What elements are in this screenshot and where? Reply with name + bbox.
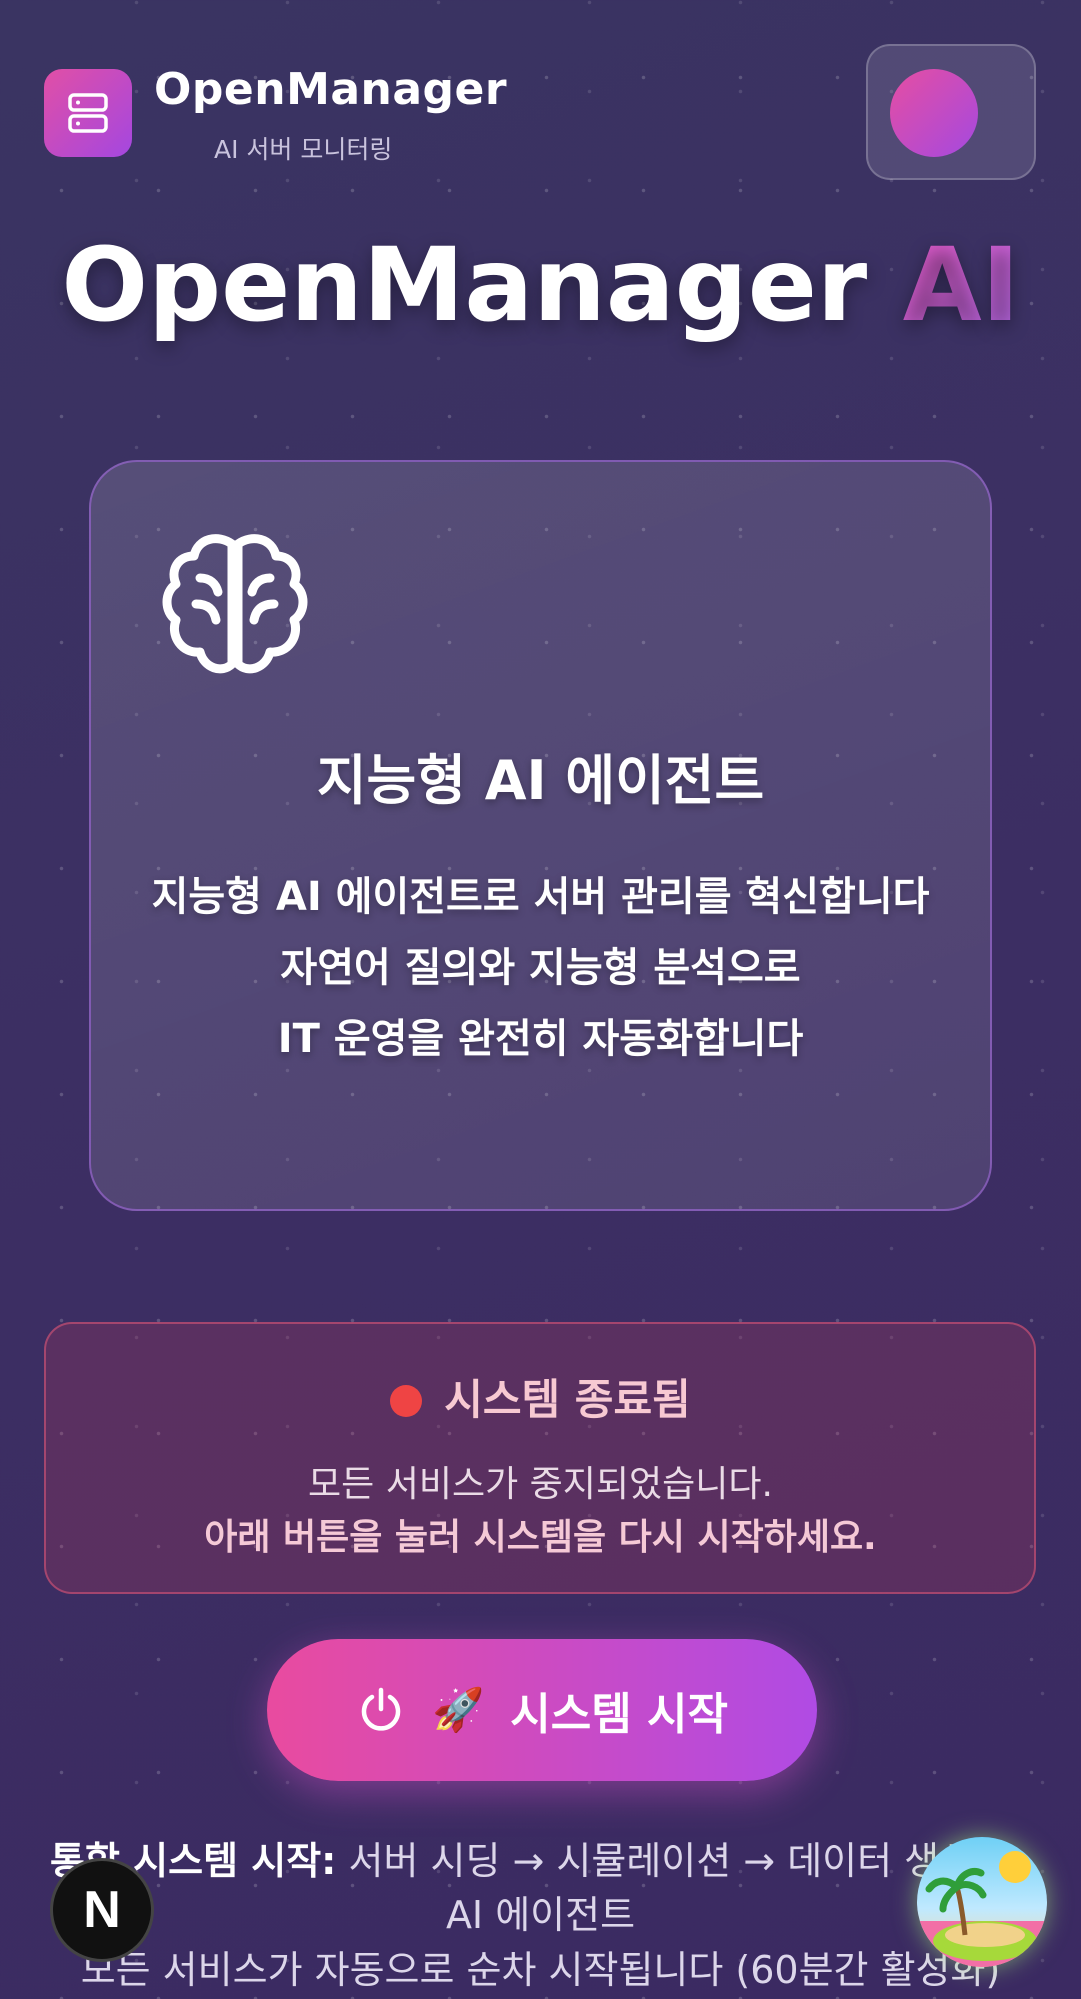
- nextjs-devtools-button[interactable]: N: [50, 1858, 154, 1962]
- avatar[interactable]: [890, 69, 978, 157]
- next-badge-label: N: [83, 1881, 121, 1939]
- status-title-text: 시스템 종료됨: [444, 1375, 691, 1424]
- card-title: 지능형 AI 에이전트: [316, 749, 765, 812]
- card-description: 지능형 AI 에이전트로 서버 관리를 혁신합니다 자연어 질의와 지능형 분석…: [140, 862, 941, 1075]
- rocket-icon: 🚀: [431, 1685, 485, 1734]
- island-assistant-button[interactable]: [917, 1837, 1047, 1967]
- status-instruction: 아래 버튼을 눌러 시스템을 다시 시작하세요.: [204, 1517, 877, 1558]
- start-system-button[interactable]: 🚀 시스템 시작: [267, 1639, 817, 1781]
- status-title: 시스템 종료됨: [0, 1366, 1081, 1427]
- footer-auto-start-line: 모든 서비스가 자동으로 순차 시작됩니다 (60분간 활성화): [80, 1948, 1001, 1992]
- footer-flow: 서버 시딩 → 시뮬레이션 → 데이터 생성 →: [348, 1839, 1018, 1883]
- card-desc-line-2: 자연어 질의와 지능형 분석으로: [280, 945, 801, 991]
- hero-title-accent: AI: [902, 226, 1020, 345]
- island-icon: [917, 1837, 1047, 1967]
- server-stack-icon: [68, 93, 108, 133]
- hero-title: OpenManager AI: [0, 226, 1081, 345]
- status-dot-icon: [390, 1385, 423, 1417]
- status-message: 모든 서비스가 중지되었습니다.: [308, 1464, 773, 1505]
- power-icon: [361, 1687, 401, 1731]
- start-button-label: 시스템 시작: [510, 1689, 728, 1740]
- app-name: OpenManager: [154, 64, 508, 115]
- card-desc-line-1: 지능형 AI 에이전트로 서버 관리를 혁신합니다: [151, 874, 930, 920]
- hero-title-main: OpenManager: [61, 226, 868, 345]
- brain-icon: [162, 534, 308, 674]
- card-desc-line-3: IT 운영을 완전히 자동화합니다: [277, 1016, 804, 1062]
- app-subtitle: AI 서버 모니터링: [214, 135, 393, 164]
- app-logo[interactable]: [44, 69, 132, 157]
